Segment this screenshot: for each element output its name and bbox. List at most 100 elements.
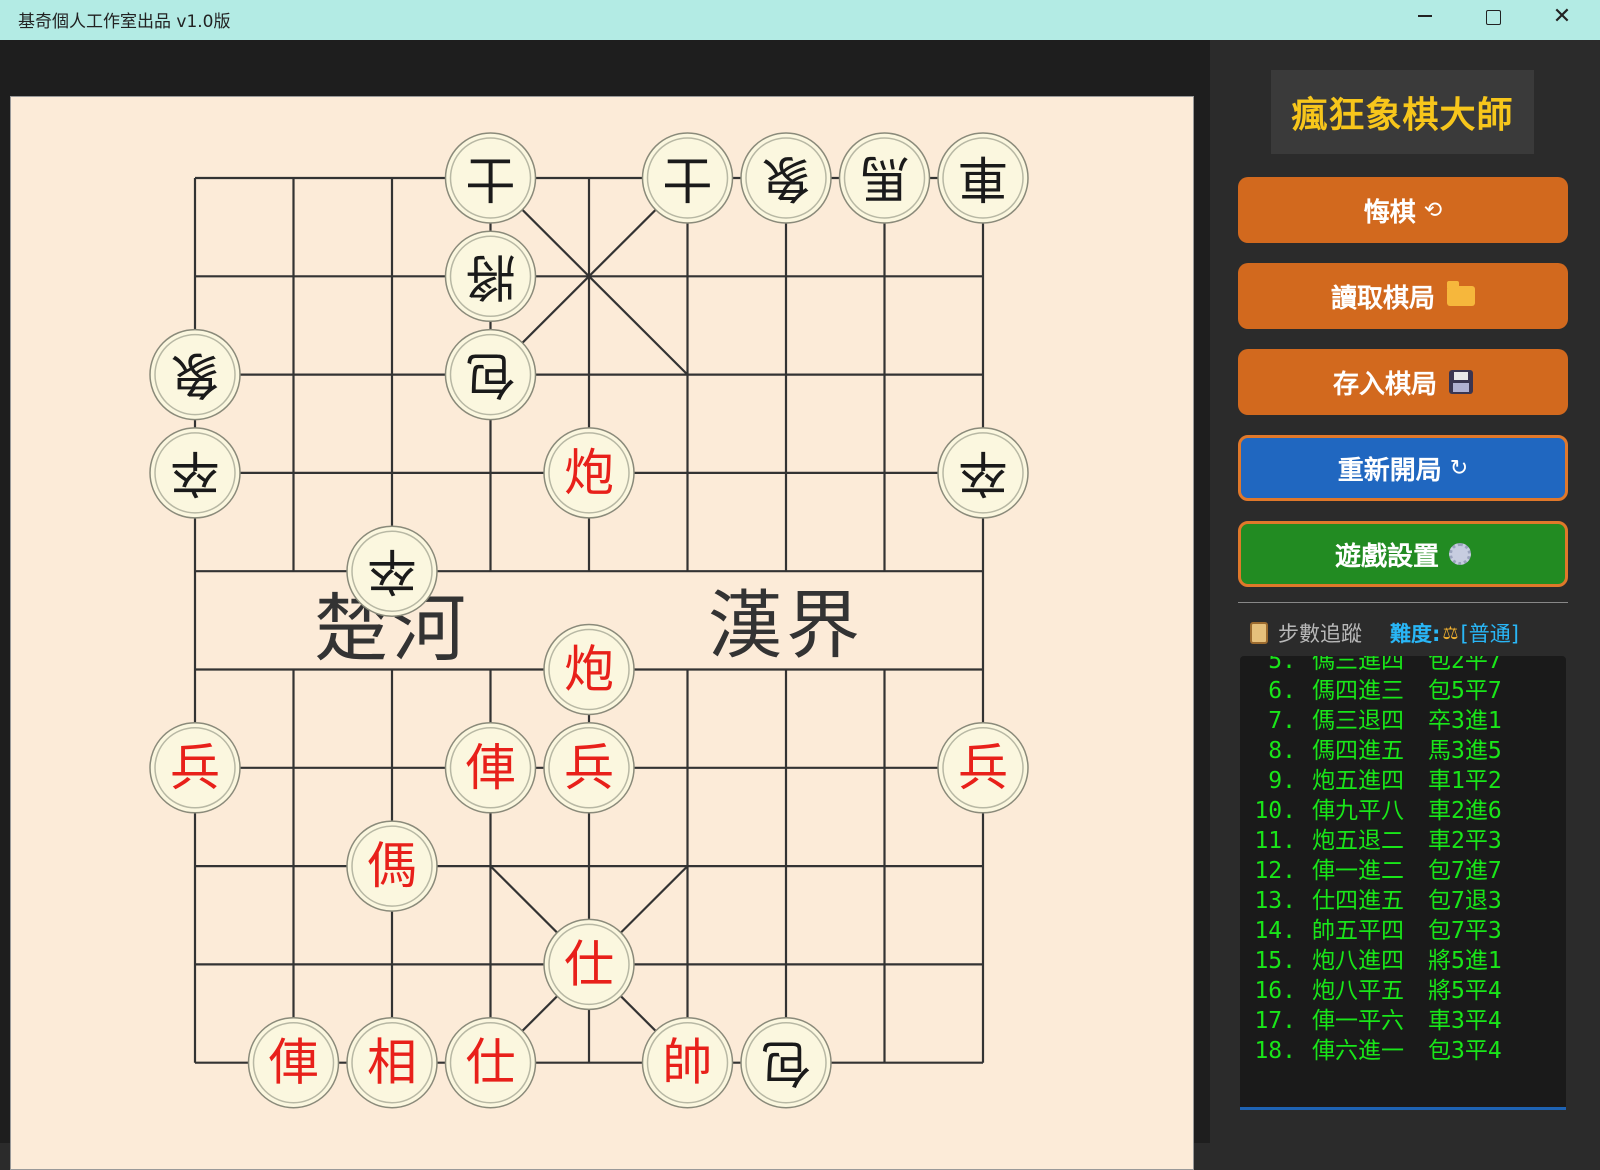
board-panel: 楚河 漢界 將士士象馬車象包卒卒卒包炮炮兵俥兵兵傌仕俥相仕帥 [0, 40, 1210, 1170]
move-number: 15. [1254, 948, 1296, 974]
red-piece[interactable]: 相 [346, 1016, 438, 1109]
window-titlebar: 基奇個人工作室出品 v1.0版 ✕ [0, 0, 1600, 40]
move-row: 18. 俥六進一 包3平4 [1240, 1036, 1501, 1066]
close-icon: ✕ [1552, 4, 1572, 29]
black-piece[interactable]: 卒 [149, 427, 241, 519]
piece-label: 卒 [367, 542, 417, 600]
difficulty-value[interactable]: [普通] [1461, 618, 1519, 648]
restart-icon: ↻ [1449, 455, 1469, 481]
black-piece[interactable]: 卒 [937, 427, 1029, 519]
move-number: 5. [1268, 656, 1296, 674]
piece-label: 帥 [663, 1034, 713, 1092]
restart-game-label: 重新開局 [1337, 455, 1442, 486]
move-row: 8. 傌四進五 馬3進5 [1240, 736, 1501, 766]
red-move: 炮五退二 [1312, 828, 1404, 854]
red-move: 炮八平五 [1312, 978, 1404, 1004]
game-settings-button[interactable]: 遊戲設置 [1238, 521, 1568, 587]
minimize-button[interactable] [1395, 0, 1455, 34]
piece-label: 將 [466, 247, 516, 305]
minimize-icon [1418, 15, 1432, 17]
game-title: 瘋狂象棋大師 [1271, 70, 1534, 154]
red-piece[interactable]: 帥 [641, 1016, 734, 1109]
black-piece[interactable]: 將 [444, 230, 537, 323]
piece-label: 士 [466, 149, 516, 207]
piece-label: 包 [761, 1034, 811, 1092]
red-move: 傌四進五 [1312, 738, 1404, 764]
piece-label: 象 [170, 346, 220, 404]
red-move: 仕四進五 [1312, 888, 1404, 914]
black-move: 卒3進1 [1428, 708, 1502, 734]
move-number: 6. [1268, 678, 1296, 704]
black-piece[interactable]: 象 [149, 328, 241, 421]
black-piece[interactable]: 象 [740, 132, 832, 224]
red-piece[interactable]: 仕 [444, 1016, 537, 1109]
red-move: 俥一進二 [1312, 858, 1404, 884]
move-number: 14. [1254, 918, 1296, 944]
black-piece[interactable]: 卒 [346, 525, 438, 617]
red-piece[interactable]: 傌 [346, 820, 438, 912]
floppy-disk-icon [1449, 370, 1473, 394]
move-row: 11. 炮五退二 車2平3 [1240, 826, 1502, 856]
black-move: 車3平4 [1428, 1008, 1502, 1034]
close-button[interactable]: ✕ [1532, 0, 1592, 34]
move-row: 9. 炮五進四 車1平2 [1240, 766, 1501, 796]
move-row: 7. 傌三退四 卒3進1 [1240, 706, 1502, 736]
piece-label: 兵 [958, 739, 1008, 797]
move-row: 13. 仕四進五 包7退3 [1240, 886, 1502, 916]
red-piece[interactable]: 俥 [444, 722, 537, 814]
black-piece[interactable]: 包 [740, 1016, 832, 1109]
black-move: 包7平3 [1428, 918, 1502, 944]
red-piece[interactable]: 炮 [543, 427, 635, 519]
red-move: 炮八進四 [1312, 948, 1404, 974]
move-number: 17. [1254, 1008, 1296, 1034]
piece-label: 包 [466, 346, 516, 404]
black-piece[interactable]: 包 [444, 328, 537, 421]
moves-header: 步數追蹤 難度: ⚖ [普通] [1250, 618, 1580, 648]
piece-label: 仕 [564, 935, 614, 993]
move-row: 5. 傌三進四 包2平7 [1240, 656, 1502, 676]
red-move: 俥九平八 [1312, 798, 1404, 824]
move-number: 10. [1254, 798, 1296, 824]
black-move: 包7退3 [1428, 888, 1502, 914]
black-move: 包2平7 [1428, 656, 1502, 674]
restart-game-button[interactable]: 重新開局 ↻ [1238, 435, 1568, 501]
move-row: 16. 炮八平五 將5平4 [1240, 976, 1501, 1006]
piece-label: 卒 [958, 444, 1008, 502]
black-move: 車2平3 [1428, 828, 1502, 854]
move-history-list[interactable]: 5. 傌三進四 包2平7 6. 傌四進三 包5平7 7. 傌三退四 卒3進1 8. 傌四進五 馬3進5… [1240, 656, 1566, 1110]
black-piece[interactable]: 車 [937, 132, 1029, 224]
red-piece[interactable]: 仕 [543, 918, 635, 1011]
undo-button[interactable]: 悔棋 ⟲ [1238, 177, 1568, 243]
red-move: 傌三退四 [1312, 708, 1404, 734]
piece-label: 兵 [170, 739, 220, 797]
red-move: 炮五進四 [1312, 768, 1404, 794]
board-grid: 楚河 漢界 將士士象馬車象 包卒 卒卒包炮炮兵俥兵兵傌仕俥相仕帥 [149, 132, 1029, 1109]
red-move: 俥六進一 [1312, 1038, 1404, 1064]
black-piece[interactable]: 士 [444, 132, 537, 224]
red-piece[interactable]: 兵 [937, 722, 1029, 814]
difficulty-label: 難度: [1390, 622, 1441, 646]
save-game-button[interactable]: 存入棋局 [1238, 349, 1568, 415]
red-piece[interactable]: 炮 [543, 623, 635, 716]
black-piece[interactable]: 士 [641, 132, 734, 224]
move-row: 6. 傌四進三 包5平7 [1240, 676, 1502, 706]
black-piece[interactable]: 馬 [838, 132, 931, 224]
scroll-icon [1250, 622, 1268, 644]
black-move: 包7進7 [1428, 858, 1502, 884]
piece-label: 卒 [170, 444, 220, 502]
maximize-button[interactable] [1463, 0, 1523, 34]
black-move: 包5平7 [1428, 678, 1502, 704]
game-settings-label: 遊戲設置 [1334, 541, 1439, 572]
red-piece[interactable]: 兵 [543, 722, 635, 814]
move-row: 12. 俥一進二 包7進7 [1240, 856, 1502, 886]
load-game-label: 讀取棋局 [1330, 283, 1435, 314]
piece-label: 相 [367, 1034, 417, 1092]
load-game-button[interactable]: 讀取棋局 [1238, 263, 1568, 329]
red-piece[interactable]: 兵 [149, 722, 241, 814]
move-row: 17. 俥一平六 車3平4 [1240, 1006, 1502, 1036]
maximize-icon [1485, 9, 1501, 25]
move-number: 18. [1254, 1038, 1296, 1064]
red-piece[interactable]: 俥 [247, 1016, 340, 1109]
xiangqi-board[interactable]: 楚河 漢界 將士士象馬車象包卒卒卒包炮炮兵俥兵兵傌仕俥相仕帥 [10, 96, 1194, 1170]
black-move: 車2進6 [1428, 798, 1502, 824]
